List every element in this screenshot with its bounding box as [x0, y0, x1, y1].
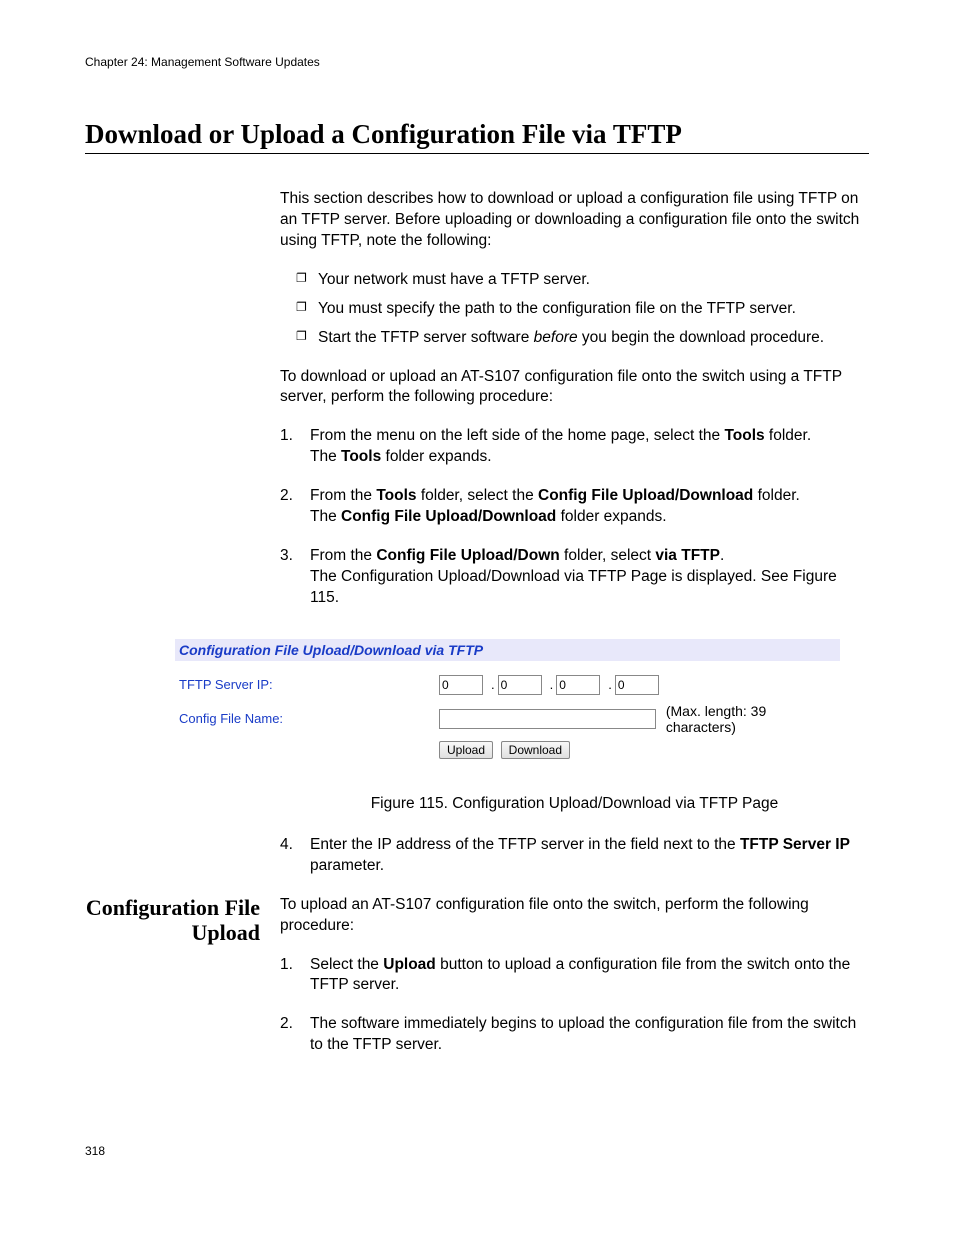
figure-screenshot: Configuration File Upload/Download via T… [175, 639, 840, 767]
page-number: 318 [85, 1144, 869, 1158]
lead-paragraph: To download or upload an AT-S107 configu… [280, 367, 869, 409]
figure-header: Configuration File Upload/Download via T… [175, 639, 840, 661]
text: folder expands. [381, 448, 491, 465]
text: parameter. [310, 857, 384, 874]
list-item: From the Tools folder, select the Config… [280, 486, 869, 528]
config-file-name-label: Config File Name: [179, 711, 439, 726]
procedure-list-continued: Enter the IP address of the TFTP server … [280, 835, 869, 877]
tftp-ip-label: TFTP Server IP: [179, 677, 439, 692]
ip-octet-4[interactable] [615, 675, 659, 695]
text: The Configuration Upload/Download via TF… [310, 568, 837, 606]
text: folder. [765, 427, 812, 444]
list-item: Enter the IP address of the TFTP server … [280, 835, 869, 877]
text-italic: before [534, 329, 578, 346]
text-bold: via TFTP [655, 547, 720, 564]
download-button[interactable]: Download [501, 741, 570, 759]
side-heading: Configuration File Upload [85, 895, 280, 1075]
text-bold: Config File Upload/Download [341, 508, 556, 525]
list-item: Select the Upload button to upload a con… [280, 955, 869, 997]
notes-list: Your network must have a TFTP server. Yo… [280, 270, 869, 349]
ip-dot: . [483, 677, 498, 692]
chapter-header: Chapter 24: Management Software Updates [85, 55, 869, 69]
procedure-list: From the menu on the left side of the ho… [280, 426, 869, 608]
text: The [310, 448, 341, 465]
ip-dot: . [542, 677, 557, 692]
text: folder expands. [556, 508, 666, 525]
text: From the menu on the left side of the ho… [310, 427, 724, 444]
figure-caption: Figure 115. Configuration Upload/Downloa… [280, 795, 869, 813]
side-intro: To upload an AT-S107 configuration file … [280, 895, 869, 937]
ip-octet-1[interactable] [439, 675, 483, 695]
text-bold: Tools [341, 448, 381, 465]
text: folder. [753, 487, 800, 504]
text: Enter the IP address of the TFTP server … [310, 836, 740, 853]
upload-procedure-list: Select the Upload button to upload a con… [280, 955, 869, 1057]
ip-octet-3[interactable] [556, 675, 600, 695]
text: The [310, 508, 341, 525]
text-bold: Config File Upload/Download [538, 487, 753, 504]
page-title: Download or Upload a Configuration File … [85, 119, 869, 154]
text-bold: Tools [724, 427, 764, 444]
intro-paragraph: This section describes how to download o… [280, 189, 869, 252]
list-item: Start the TFTP server software before yo… [296, 328, 869, 349]
text: . [720, 547, 724, 564]
ip-dot: . [600, 677, 615, 692]
text: folder, select the [417, 487, 539, 504]
config-file-name-input[interactable] [439, 709, 656, 729]
list-item: The software immediately begins to uploa… [280, 1014, 869, 1056]
list-item: You must specify the path to the configu… [296, 299, 869, 320]
text: Select the [310, 956, 383, 973]
ip-octet-2[interactable] [498, 675, 542, 695]
upload-button[interactable]: Upload [439, 741, 493, 759]
text: folder, select [560, 547, 656, 564]
text-bold: Tools [376, 487, 416, 504]
text-bold: TFTP Server IP [740, 836, 850, 853]
text: From the [310, 547, 376, 564]
max-length-hint: (Max. length: 39 characters) [666, 703, 836, 735]
list-item: From the menu on the left side of the ho… [280, 426, 869, 468]
text: From the [310, 487, 376, 504]
text-bold: Upload [383, 956, 436, 973]
list-item: Your network must have a TFTP server. [296, 270, 869, 291]
text-bold: Config File Upload/Down [376, 547, 559, 564]
text: Start the TFTP server software [318, 329, 534, 346]
list-item: From the Config File Upload/Down folder,… [280, 546, 869, 609]
text: you begin the download procedure. [578, 329, 824, 346]
